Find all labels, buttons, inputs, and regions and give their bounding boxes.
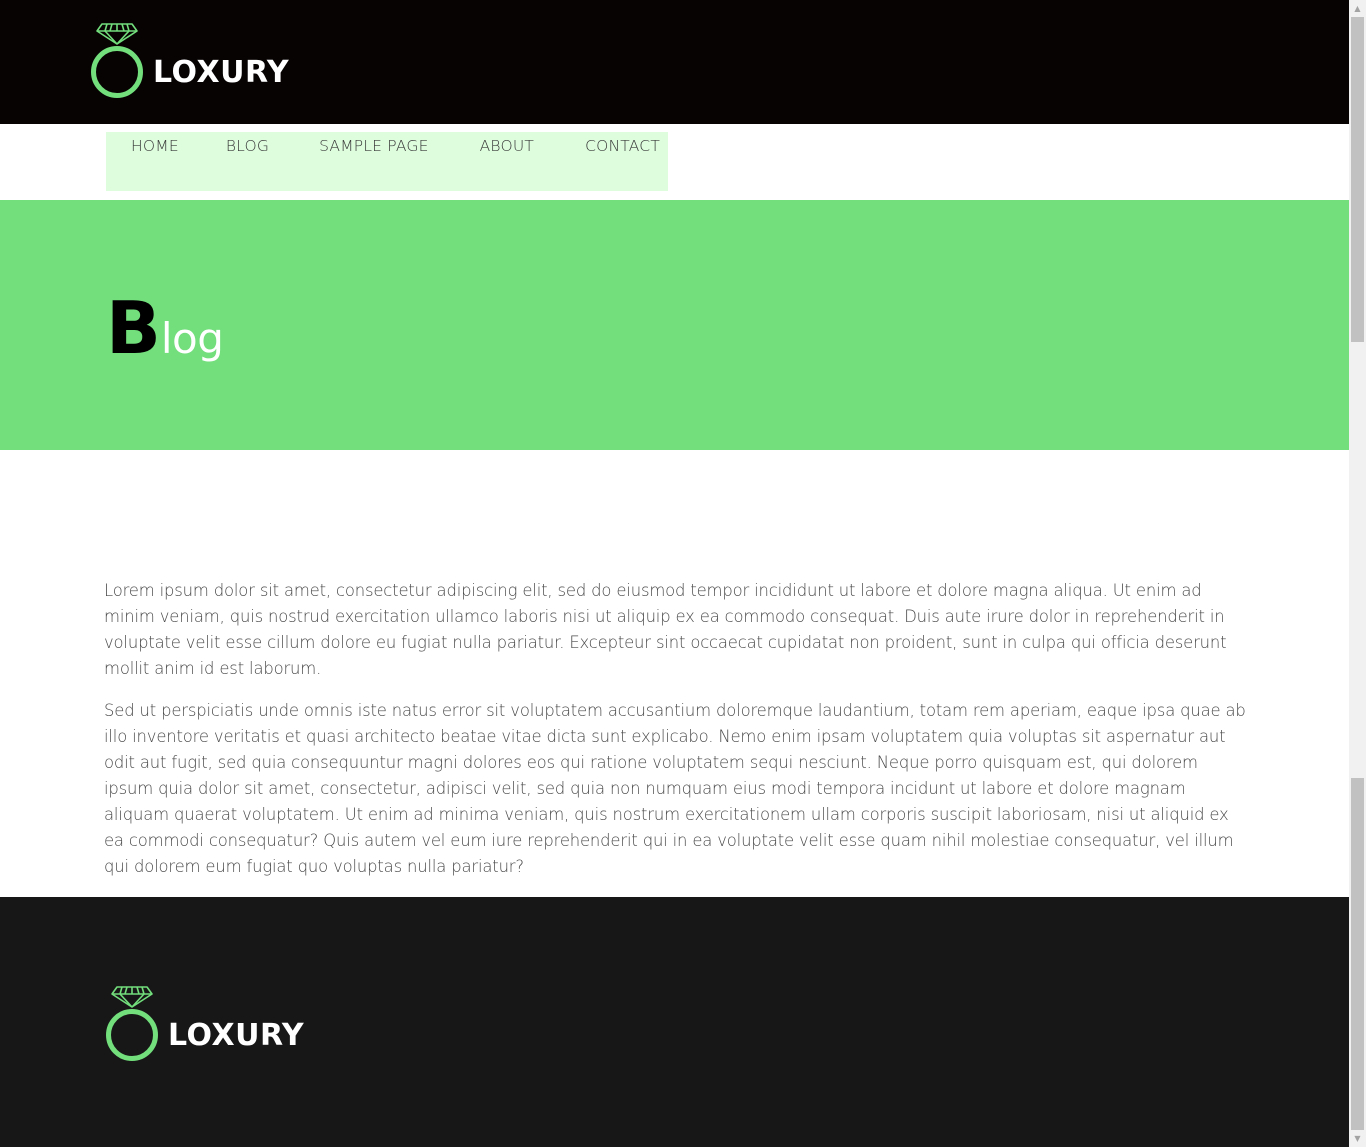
footer-brand-name: LOXURY (168, 1018, 305, 1053)
page-hero: Blog (0, 200, 1349, 450)
scrollbar-thumb[interactable] (1351, 17, 1364, 342)
content-paragraph-2: Sed ut perspiciatis unde omnis iste natu… (104, 701, 1246, 876)
brand-name: LOXURY (153, 55, 290, 90)
footer-logo-link[interactable]: LOXURY (104, 985, 304, 1063)
diamond-ring-icon (104, 985, 164, 1063)
diamond-ring-icon (89, 22, 149, 100)
page-title-rest: log (160, 314, 224, 363)
main-nav: HOME BLOG SAMPLE PAGE ABOUT CONTACT (106, 132, 668, 191)
arrow-down-icon[interactable]: ▼ (1349, 1130, 1366, 1147)
header-logo-link[interactable]: LOXURY (89, 22, 289, 100)
content-paragraph-1: Lorem ipsum dolor sit amet, consectetur … (104, 581, 1227, 678)
arrow-up-icon[interactable]: ▲ (1349, 0, 1366, 17)
page-scrollbar[interactable]: ▲ ▼ (1349, 0, 1366, 1147)
site-footer: LOXURY (0, 897, 1349, 1147)
nav-item-about[interactable]: ABOUT (480, 135, 535, 157)
nav-item-home[interactable]: HOME (131, 135, 179, 157)
page-title-initial: B (106, 286, 161, 370)
nav-item-blog[interactable]: BLOG (226, 135, 269, 157)
site-header: LOXURY (0, 0, 1349, 124)
page-title: Blog (106, 286, 224, 370)
main-content: Lorem ipsum dolor sit amet, consectetur … (104, 578, 1246, 896)
scrollbar-thumb-lower[interactable] (1351, 778, 1364, 1130)
nav-item-sample-page[interactable]: SAMPLE PAGE (319, 135, 429, 157)
page: LOXURY HOME BLOG SAMPLE PAGE ABOUT CONTA… (0, 0, 1349, 1147)
nav-item-contact[interactable]: CONTACT (585, 135, 660, 157)
